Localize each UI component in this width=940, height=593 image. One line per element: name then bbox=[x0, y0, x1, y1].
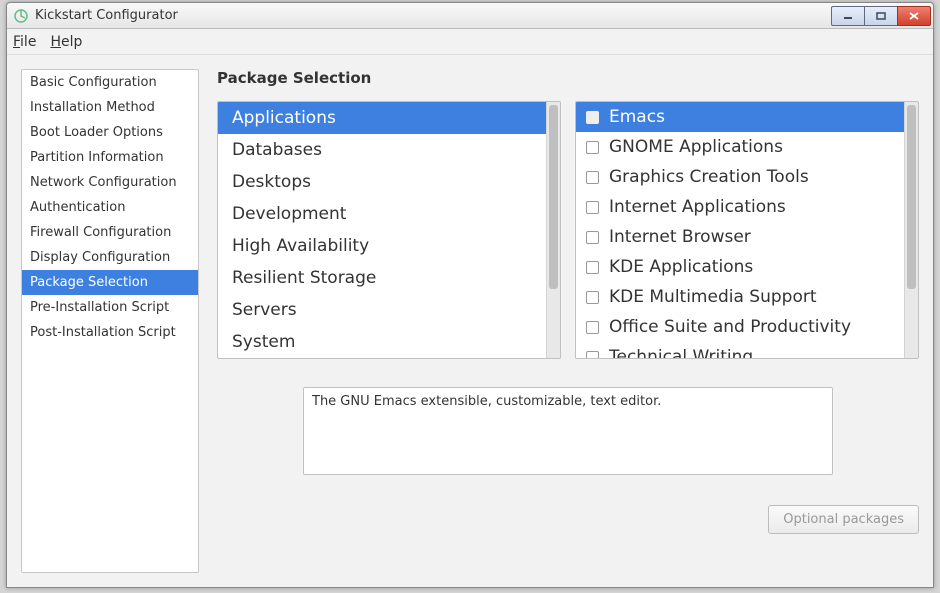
package-item-internet-applications[interactable]: Internet Applications bbox=[576, 192, 904, 222]
category-item-desktops[interactable]: Desktops bbox=[218, 166, 546, 198]
package-label: Internet Applications bbox=[609, 197, 786, 217]
sidebar-item-package-selection[interactable]: Package Selection bbox=[22, 270, 198, 295]
menu-file[interactable]: File bbox=[13, 34, 36, 50]
button-row: Optional packages bbox=[217, 505, 919, 534]
page-title: Package Selection bbox=[217, 69, 919, 87]
package-label: KDE Multimedia Support bbox=[609, 287, 817, 307]
checkbox-icon[interactable] bbox=[586, 261, 599, 274]
category-item-high-availability[interactable]: High Availability bbox=[218, 230, 546, 262]
menubar: File Help bbox=[7, 29, 933, 55]
sidebar-item-display-configuration[interactable]: Display Configuration bbox=[22, 245, 198, 270]
window-controls bbox=[832, 6, 931, 26]
main-panel: Package Selection Applications Databases… bbox=[217, 69, 919, 573]
optional-packages-button[interactable]: Optional packages bbox=[768, 505, 919, 534]
sidebar-item-network-configuration[interactable]: Network Configuration bbox=[22, 170, 198, 195]
category-item-applications[interactable]: Applications bbox=[218, 102, 546, 134]
checkbox-icon[interactable] bbox=[586, 231, 599, 244]
package-list: Emacs GNOME Applications Graphics Creati… bbox=[576, 102, 904, 358]
package-item-kde-multimedia-support[interactable]: KDE Multimedia Support bbox=[576, 282, 904, 312]
package-item-emacs[interactable]: Emacs bbox=[576, 102, 904, 132]
package-item-gnome-applications[interactable]: GNOME Applications bbox=[576, 132, 904, 162]
package-description: The GNU Emacs extensible, customizable, … bbox=[303, 387, 833, 475]
window-title: Kickstart Configurator bbox=[35, 8, 832, 23]
category-item-servers[interactable]: Servers bbox=[218, 294, 546, 326]
sidebar-item-authentication[interactable]: Authentication bbox=[22, 195, 198, 220]
content-area: Basic Configuration Installation Method … bbox=[7, 55, 933, 587]
sidebar-item-basic-configuration[interactable]: Basic Configuration bbox=[22, 70, 198, 95]
package-panel: Emacs GNOME Applications Graphics Creati… bbox=[575, 101, 919, 359]
maximize-button[interactable] bbox=[864, 6, 898, 26]
category-item-databases[interactable]: Databases bbox=[218, 134, 546, 166]
package-label: KDE Applications bbox=[609, 257, 753, 277]
package-item-kde-applications[interactable]: KDE Applications bbox=[576, 252, 904, 282]
close-button[interactable] bbox=[897, 6, 931, 26]
checkbox-icon[interactable] bbox=[586, 201, 599, 214]
checkbox-icon[interactable] bbox=[586, 351, 599, 359]
sidebar-item-partition-information[interactable]: Partition Information bbox=[22, 145, 198, 170]
sidebar: Basic Configuration Installation Method … bbox=[21, 69, 199, 573]
minimize-button[interactable] bbox=[831, 6, 865, 26]
package-label: Graphics Creation Tools bbox=[609, 167, 809, 187]
sidebar-item-post-installation-script[interactable]: Post-Installation Script bbox=[22, 320, 198, 345]
sidebar-item-installation-method[interactable]: Installation Method bbox=[22, 95, 198, 120]
package-item-technical-writing[interactable]: Technical Writing bbox=[576, 342, 904, 358]
category-item-development[interactable]: Development bbox=[218, 198, 546, 230]
package-scrollbar[interactable] bbox=[904, 102, 918, 358]
category-item-system[interactable]: System bbox=[218, 326, 546, 358]
category-scrollbar[interactable] bbox=[546, 102, 560, 358]
package-item-office-suite-and-productivity[interactable]: Office Suite and Productivity bbox=[576, 312, 904, 342]
checkbox-icon[interactable] bbox=[586, 321, 599, 334]
checkbox-icon[interactable] bbox=[586, 111, 599, 124]
checkbox-icon[interactable] bbox=[586, 141, 599, 154]
package-label: GNOME Applications bbox=[609, 137, 783, 157]
package-item-internet-browser[interactable]: Internet Browser bbox=[576, 222, 904, 252]
sidebar-item-boot-loader-options[interactable]: Boot Loader Options bbox=[22, 120, 198, 145]
category-panel: Applications Databases Desktops Developm… bbox=[217, 101, 561, 359]
package-item-graphics-creation-tools[interactable]: Graphics Creation Tools bbox=[576, 162, 904, 192]
package-label: Technical Writing bbox=[609, 347, 753, 358]
app-window: Kickstart Configurator File Help Basic C… bbox=[6, 2, 934, 588]
package-label: Office Suite and Productivity bbox=[609, 317, 851, 337]
sidebar-item-firewall-configuration[interactable]: Firewall Configuration bbox=[22, 220, 198, 245]
package-label: Emacs bbox=[609, 107, 665, 127]
menu-help[interactable]: Help bbox=[50, 34, 82, 50]
package-label: Internet Browser bbox=[609, 227, 751, 247]
app-icon bbox=[13, 8, 29, 24]
checkbox-icon[interactable] bbox=[586, 171, 599, 184]
sidebar-item-pre-installation-script[interactable]: Pre-Installation Script bbox=[22, 295, 198, 320]
titlebar[interactable]: Kickstart Configurator bbox=[7, 3, 933, 29]
package-panels: Applications Databases Desktops Developm… bbox=[217, 101, 919, 359]
checkbox-icon[interactable] bbox=[586, 291, 599, 304]
category-list: Applications Databases Desktops Developm… bbox=[218, 102, 546, 358]
category-item-resilient-storage[interactable]: Resilient Storage bbox=[218, 262, 546, 294]
